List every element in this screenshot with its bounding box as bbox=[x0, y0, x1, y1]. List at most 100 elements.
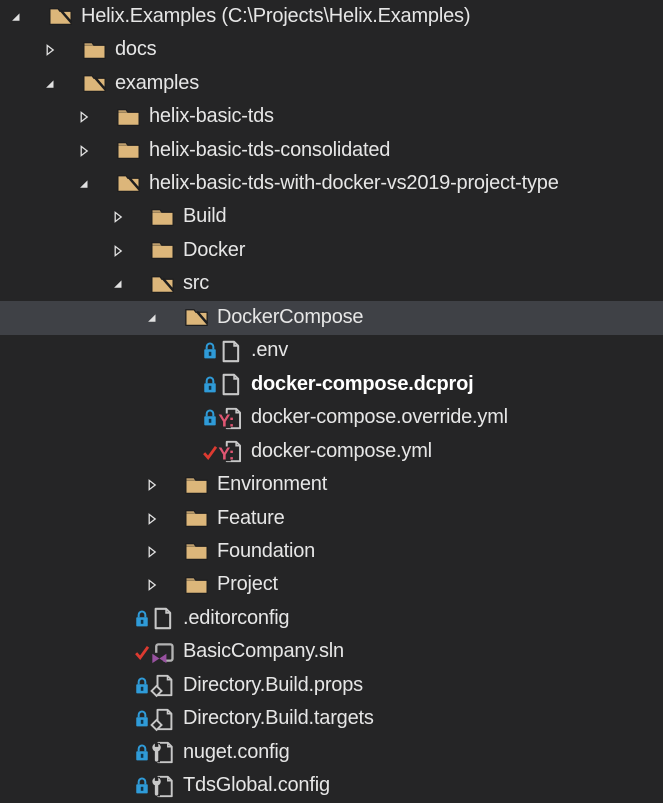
expand-arrow-icon[interactable] bbox=[144, 577, 160, 593]
folder-closed-icon bbox=[150, 238, 175, 263]
tree-item[interactable]: Environment bbox=[0, 468, 663, 501]
tree-item-label: Build bbox=[183, 206, 226, 228]
tree-item[interactable]: Feature bbox=[0, 502, 663, 535]
tree-item-label: docs bbox=[115, 39, 156, 61]
tree-item[interactable]: DockerCompose bbox=[0, 301, 663, 334]
expand-arrow-icon[interactable] bbox=[144, 544, 160, 560]
tree-item[interactable]: Project bbox=[0, 569, 663, 602]
tree-item[interactable]: Build bbox=[0, 201, 663, 234]
tree-indent bbox=[0, 518, 144, 519]
yaml-file-icon: Y: bbox=[218, 406, 243, 431]
tree-indent bbox=[0, 685, 110, 686]
tree-item-label: docker-compose.dcproj bbox=[251, 374, 474, 396]
tree-indent bbox=[0, 117, 76, 118]
tree-indent bbox=[0, 551, 144, 552]
tree-item[interactable]: Y: docker-compose.yml bbox=[0, 435, 663, 468]
check-icon bbox=[133, 642, 150, 663]
tree-item-label: Feature bbox=[217, 508, 285, 530]
tree-item[interactable]: Helix.Examples (C:\Projects\Helix.Exampl… bbox=[0, 0, 663, 33]
tree-item-label: BasicCompany.sln bbox=[183, 641, 344, 663]
tree-indent bbox=[0, 451, 178, 452]
tree-item[interactable]: Directory.Build.props bbox=[0, 669, 663, 702]
expand-arrow-icon[interactable] bbox=[42, 42, 58, 58]
msbuild-file-icon bbox=[150, 673, 175, 698]
expand-arrow-icon[interactable] bbox=[144, 511, 160, 527]
tree-item-label: helix-basic-tds-with-docker-vs2019-proje… bbox=[149, 173, 559, 195]
tree-item-label: Environment bbox=[217, 474, 327, 496]
tree-indent bbox=[0, 719, 110, 720]
tree-item-label: Docker bbox=[183, 240, 245, 262]
config-file-icon bbox=[150, 740, 175, 765]
tree-indent bbox=[0, 284, 110, 285]
tree-item[interactable]: TdsGlobal.config bbox=[0, 769, 663, 802]
tree-item[interactable]: Y: docker-compose.override.yml bbox=[0, 401, 663, 434]
collapse-arrow-icon[interactable] bbox=[76, 176, 92, 192]
msbuild-file-icon bbox=[150, 707, 175, 732]
folder-closed-icon bbox=[150, 205, 175, 230]
lock-icon bbox=[201, 408, 218, 429]
state-placeholder bbox=[99, 173, 116, 194]
collapse-arrow-icon[interactable] bbox=[144, 310, 160, 326]
tree-item[interactable]: Directory.Build.targets bbox=[0, 703, 663, 736]
tree-item[interactable]: BasicCompany.sln bbox=[0, 636, 663, 669]
collapse-arrow-icon[interactable] bbox=[8, 9, 24, 25]
collapse-arrow-icon[interactable] bbox=[42, 76, 58, 92]
tree-item[interactable]: helix-basic-tds bbox=[0, 100, 663, 133]
folder-closed-icon bbox=[82, 38, 107, 63]
state-placeholder bbox=[65, 73, 82, 94]
expand-arrow-icon[interactable] bbox=[76, 109, 92, 125]
folder-open-icon bbox=[82, 71, 107, 96]
expand-arrow-icon[interactable] bbox=[110, 209, 126, 225]
tree-item-label: .editorconfig bbox=[183, 608, 289, 630]
lock-icon bbox=[201, 341, 218, 362]
expand-arrow-icon[interactable] bbox=[110, 243, 126, 259]
lock-icon bbox=[133, 709, 150, 730]
tree-indent bbox=[0, 752, 110, 753]
tree-item-label: docker-compose.override.yml bbox=[251, 407, 508, 429]
folder-open-icon bbox=[150, 272, 175, 297]
tree-indent bbox=[0, 183, 76, 184]
expand-arrow-icon[interactable] bbox=[76, 143, 92, 159]
tree-item[interactable]: docker-compose.dcproj bbox=[0, 368, 663, 401]
svg-text:Y:: Y: bbox=[218, 410, 234, 430]
tree-indent bbox=[0, 351, 178, 352]
tree-item[interactable]: .env bbox=[0, 335, 663, 368]
tree-item[interactable]: src bbox=[0, 268, 663, 301]
tree-item[interactable]: Foundation bbox=[0, 535, 663, 568]
tree-item[interactable]: examples bbox=[0, 67, 663, 100]
tree-indent bbox=[0, 652, 110, 653]
tree-item[interactable]: nuget.config bbox=[0, 736, 663, 769]
file-icon bbox=[218, 339, 243, 364]
yaml-file-icon: Y: bbox=[218, 439, 243, 464]
folder-closed-icon bbox=[116, 138, 141, 163]
state-placeholder bbox=[167, 307, 184, 328]
tree-indent bbox=[0, 786, 110, 787]
lock-icon bbox=[133, 776, 150, 797]
tree-item-label: Foundation bbox=[217, 541, 315, 563]
tree-item-label: docker-compose.yml bbox=[251, 441, 432, 463]
tree-item[interactable]: .editorconfig bbox=[0, 602, 663, 635]
folder-closed-icon bbox=[184, 473, 209, 498]
state-placeholder bbox=[31, 6, 48, 27]
folder-closed-icon bbox=[184, 506, 209, 531]
state-placeholder bbox=[99, 107, 116, 128]
state-placeholder bbox=[133, 240, 150, 261]
state-placeholder bbox=[167, 575, 184, 596]
tree-indent bbox=[0, 83, 42, 84]
expand-arrow-icon[interactable] bbox=[144, 477, 160, 493]
tree-item-label: helix-basic-tds bbox=[149, 106, 274, 128]
tree-item[interactable]: Docker bbox=[0, 234, 663, 267]
solution-explorer-tree: Helix.Examples (C:\Projects\Helix.Exampl… bbox=[0, 0, 663, 803]
config-file-icon bbox=[150, 774, 175, 799]
tree-item[interactable]: helix-basic-tds-consolidated bbox=[0, 134, 663, 167]
folder-closed-icon bbox=[184, 539, 209, 564]
tree-indent bbox=[0, 50, 42, 51]
state-placeholder bbox=[167, 475, 184, 496]
collapse-arrow-icon[interactable] bbox=[110, 276, 126, 292]
tree-item[interactable]: docs bbox=[0, 33, 663, 66]
tree-item-label: helix-basic-tds-consolidated bbox=[149, 140, 390, 162]
tree-item-label: Project bbox=[217, 574, 278, 596]
tree-indent bbox=[0, 418, 178, 419]
tree-indent bbox=[0, 150, 76, 151]
tree-item[interactable]: helix-basic-tds-with-docker-vs2019-proje… bbox=[0, 167, 663, 200]
